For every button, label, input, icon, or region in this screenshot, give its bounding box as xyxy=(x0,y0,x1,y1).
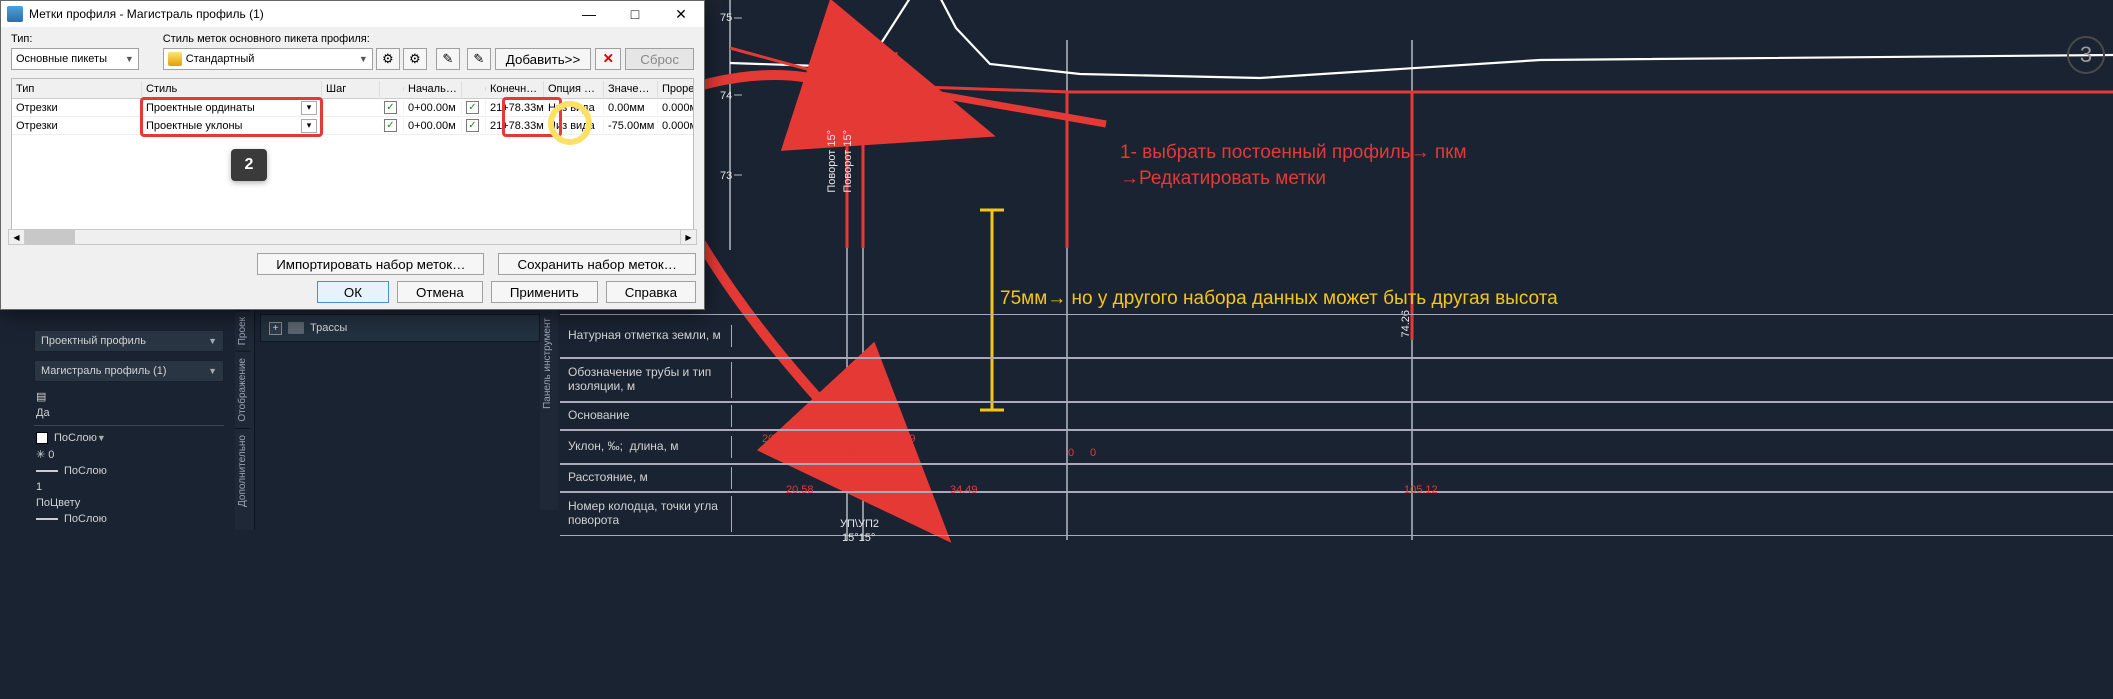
minimize-button[interactable]: — xyxy=(566,1,612,27)
vtab[interactable]: Проек xyxy=(235,310,250,351)
band-row: Расстояние, м 20.58 34.49 105.12 xyxy=(560,464,2113,492)
well-angle: 15°15° xyxy=(842,532,875,544)
slope-value: 30 xyxy=(845,447,857,459)
type-combo-value: Основные пикеты xyxy=(16,53,107,65)
grid-row[interactable]: Отрезки Проектные уклоны▾ 0+00.00м 21+78… xyxy=(12,117,693,135)
import-set-button[interactable]: Импортировать набор меток… xyxy=(257,253,484,275)
scroll-left-icon[interactable]: ◀ xyxy=(9,230,25,244)
style-drop-icon[interactable]: ▾ xyxy=(301,119,317,133)
prop-row[interactable]: ПоСлою xyxy=(36,465,222,477)
prop-name[interactable]: Магистраль профиль (1)▼ xyxy=(34,360,224,382)
band-row: Обозначение трубы и тип изоляции, м xyxy=(560,358,2113,402)
band-label: Натурная отметка земли, м xyxy=(560,325,732,347)
pick-button-1[interactable]: ✎ xyxy=(436,48,460,70)
annotation-2: 75мм→ но у другого набора данных может б… xyxy=(1000,286,1560,312)
distance-value: 105.12 xyxy=(1404,484,1438,496)
profile-band-table: Натурная отметка земли, м Обозначение тр… xyxy=(560,314,2113,536)
band-row: Натурная отметка земли, м xyxy=(560,314,2113,358)
band-row: Номер колодца, точки угла поворота УП\УП… xyxy=(560,492,2113,536)
prop-row: ▤ xyxy=(36,390,222,403)
band-row: Основание xyxy=(560,402,2113,430)
tree-node[interactable]: + Трассы xyxy=(260,314,540,342)
style-drop-icon[interactable]: ▾ xyxy=(301,101,317,115)
distance-value: 20.58 xyxy=(786,484,814,496)
pick-button-2[interactable]: ✎ xyxy=(467,48,491,70)
apply-button[interactable]: Применить xyxy=(491,281,598,303)
slope-value: 0 xyxy=(1068,447,1074,459)
type-combo[interactable]: Основные пикеты ▼ xyxy=(11,48,139,70)
annotation-badge-2: 2 xyxy=(231,149,267,181)
maximize-button[interactable]: □ xyxy=(612,1,658,27)
checkbox[interactable] xyxy=(384,119,397,132)
expand-icon[interactable]: + xyxy=(269,322,282,335)
properties-panel: Проектный профиль▼ Магистраль профиль (1… xyxy=(34,330,224,529)
scroll-thumb[interactable] xyxy=(25,230,75,244)
checkbox[interactable] xyxy=(466,101,479,114)
ok-button[interactable]: ОК xyxy=(317,281,389,303)
prop-row: Да xyxy=(36,407,222,419)
prop-row: 1 xyxy=(36,481,222,493)
style-label: Стиль меток основного пикета профиля: xyxy=(163,33,694,45)
checkbox[interactable] xyxy=(384,101,397,114)
save-set-button[interactable]: Сохранить набор меток… xyxy=(498,253,696,275)
help-button[interactable]: Справка xyxy=(606,281,696,303)
chevron-down-icon: ▼ xyxy=(125,54,134,64)
prop-row: ПоЦвету xyxy=(36,497,222,509)
rotation-label: Поворот 15° xyxy=(826,130,838,193)
horizontal-scrollbar[interactable]: ◀ ▶ xyxy=(8,229,697,245)
style-action-1[interactable]: ⚙ xyxy=(376,48,400,70)
tree-label: Трассы xyxy=(310,322,347,334)
prop-row[interactable]: ПоСлою▼ xyxy=(36,432,222,444)
add-button[interactable]: Добавить>> xyxy=(495,48,591,70)
step-badge-3: 3 xyxy=(2067,36,2105,74)
tool-panel-tab[interactable]: Панель инструмент xyxy=(540,310,558,510)
grid-header: Тип Стиль Шаг Начальн… Конечны… Опция р…… xyxy=(12,79,693,99)
cancel-button[interactable]: Отмена xyxy=(397,281,483,303)
slope-value: 34.49 xyxy=(888,433,916,445)
style-combo-value: Стандартный xyxy=(186,53,255,65)
scroll-right-icon[interactable]: ▶ xyxy=(680,230,696,244)
trassy-icon xyxy=(288,322,304,334)
prop-row[interactable]: ПоСлою xyxy=(36,513,222,525)
band-label: Обозначение трубы и тип изоляции, м xyxy=(560,362,732,398)
slope-value: 0 xyxy=(1090,447,1096,459)
prop-group[interactable]: Проектный профиль▼ xyxy=(34,330,224,352)
app-icon xyxy=(7,6,23,22)
prop-row[interactable]: ✳ 0 xyxy=(36,448,222,461)
close-button[interactable]: ✕ xyxy=(658,1,704,27)
labels-grid[interactable]: Тип Стиль Шаг Начальн… Конечны… Опция р…… xyxy=(11,78,694,236)
rotation-label: Поворот 15° xyxy=(842,130,854,193)
annotation-1: 1- выбрать постоенный профиль→ пкм →Редк… xyxy=(1120,140,1550,191)
tool-panel-label: Панель инструмент xyxy=(540,310,555,417)
reset-button[interactable]: Сброс xyxy=(625,48,694,70)
band-label: Основание xyxy=(560,405,732,427)
dialog-title: Метки профиля - Магистраль профиль (1) xyxy=(29,7,264,21)
slope-value: 20.59 xyxy=(762,433,790,445)
vtab[interactable]: Отображение xyxy=(235,351,250,428)
style-icon xyxy=(168,52,182,66)
axis-tick: 75 xyxy=(720,12,732,24)
chevron-down-icon: ▼ xyxy=(359,54,368,64)
type-label: Тип: xyxy=(11,33,139,45)
distance-value: 34.49 xyxy=(950,484,978,496)
vertical-tabs[interactable]: Проек Отображение Дополнительно xyxy=(235,310,255,530)
axis-tick: 74 xyxy=(720,90,732,102)
style-action-2[interactable]: ⚙ xyxy=(403,48,427,70)
well-id: УП\УП2 xyxy=(840,518,879,530)
dialog-titlebar[interactable]: Метки профиля - Магистраль профиль (1) —… xyxy=(1,1,704,27)
axis-tick: 73 xyxy=(720,170,732,182)
band-label: Расстояние, м xyxy=(560,467,732,489)
delete-button[interactable]: ✕ xyxy=(595,48,621,70)
checkbox[interactable] xyxy=(466,119,479,132)
band-label: Номер колодца, точки угла поворота xyxy=(560,496,732,532)
band-row-slope: Уклон, ‰; длина, м 20.59 30 34.49 0 0 xyxy=(560,430,2113,464)
grid-row[interactable]: Отрезки Проектные ординаты▾ 0+00.00м 21+… xyxy=(12,99,693,117)
style-combo[interactable]: Стандартный ▼ xyxy=(163,48,373,70)
vtab[interactable]: Дополнительно xyxy=(235,428,250,513)
profile-labels-dialog: Метки профиля - Магистраль профиль (1) —… xyxy=(0,0,705,310)
